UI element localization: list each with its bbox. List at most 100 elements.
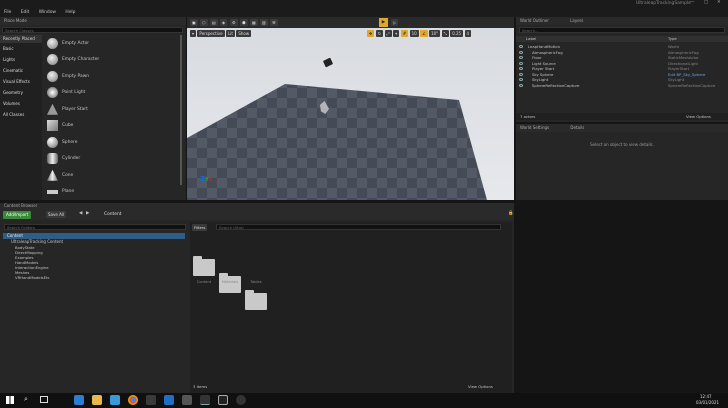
build-button[interactable]: ▥ [260, 19, 268, 26]
settings-button[interactable]: ⚙ [230, 19, 238, 26]
place-item-sphere[interactable]: Sphere [43, 134, 179, 151]
back-arrow-icon[interactable]: ◀ [79, 211, 82, 216]
menu-file[interactable]: File [4, 10, 11, 15]
place-item-plane[interactable]: Plane [43, 184, 179, 201]
category-visual-effects[interactable]: Visual Effects [0, 76, 42, 87]
eye-icon[interactable] [519, 61, 523, 65]
play-button[interactable]: ▶ [379, 18, 388, 27]
launch-button[interactable]: ▷ [391, 19, 399, 26]
menu-help[interactable]: Help [65, 10, 75, 15]
eye-icon[interactable] [519, 67, 523, 70]
save-current-button[interactable]: ▣ [190, 19, 198, 26]
terminal-icon[interactable] [218, 395, 228, 405]
content-browser-tab[interactable]: Content Browser [0, 203, 514, 210]
outliner-row[interactable]: SphereReflectionCapture SphereReflectionC… [516, 83, 728, 89]
filters-button[interactable]: Filters [192, 224, 208, 231]
maximize-button[interactable]: □ [704, 0, 708, 5]
place-item-cube[interactable]: Cube [43, 118, 179, 135]
folder-icon[interactable] [219, 273, 241, 293]
place-search-input[interactable]: Search Classes [2, 27, 183, 33]
place-scrollbar[interactable] [180, 35, 182, 185]
search-icon[interactable]: ⌕ [24, 395, 28, 404]
eye-icon[interactable] [519, 56, 523, 59]
cinematics-button[interactable]: ▦ [250, 19, 258, 26]
category-recently-placed[interactable]: Recently Placed [0, 35, 42, 43]
settings-app-icon[interactable] [182, 395, 192, 405]
add-new-button[interactable]: Add/Import [3, 211, 32, 219]
place-mode-tab[interactable]: Place Mode [0, 17, 186, 25]
scale-snap-button[interactable]: ⤡ [441, 30, 449, 37]
content-button[interactable]: ▤ [210, 19, 218, 26]
task-view-icon[interactable] [40, 396, 48, 403]
eye-icon[interactable] [519, 78, 523, 81]
surface-snap-button[interactable]: ⌖ [393, 30, 400, 37]
blueprints-button[interactable]: ⬢ [240, 19, 248, 26]
rotation-snap-button[interactable]: ∠ [420, 30, 428, 37]
lit-button[interactable]: Lit [226, 30, 235, 37]
tab-world-outliner[interactable]: World Outliner [520, 18, 549, 23]
edge-icon[interactable] [110, 395, 120, 405]
viewport[interactable]: ▾ Perspective Lit Show ✥ ↻ ⤢ ⌖ # 10 ∠ 10… [187, 28, 514, 200]
place-item-empty-character[interactable]: Empty Character [43, 52, 179, 69]
rotation-size[interactable]: 10° [429, 30, 441, 37]
chrome-icon[interactable] [128, 395, 138, 405]
eye-icon[interactable] [519, 50, 523, 54]
outliner-view-options[interactable]: View Options [686, 114, 711, 119]
menu-edit[interactable]: Edit [21, 10, 30, 15]
viewport-options-button[interactable]: ▾ [190, 30, 197, 37]
forward-arrow-icon[interactable]: ▶ [86, 211, 89, 216]
col-label[interactable]: Label [526, 36, 536, 41]
mail-icon[interactable] [164, 395, 174, 405]
clock-time[interactable]: 12:47 [700, 394, 712, 399]
path-breadcrumb[interactable]: Content [104, 212, 121, 217]
tab-world-settings[interactable]: World Settings [520, 125, 549, 130]
eye-icon[interactable] [519, 72, 523, 76]
category-volumes[interactable]: Volumes [0, 98, 42, 109]
eye-icon[interactable] [519, 83, 523, 87]
folder-icon[interactable] [245, 290, 267, 310]
place-item-cylinder[interactable]: Cylinder [43, 151, 179, 168]
perspective-button[interactable]: Perspective [197, 30, 225, 37]
obs-icon[interactable] [236, 395, 246, 405]
compile-button[interactable]: ⚒ [270, 19, 278, 26]
outliner-search-input[interactable]: Search... [519, 27, 725, 33]
tree-item[interactable]: VRHandModelsEtc [3, 275, 185, 280]
tab-layers[interactable]: Layers [570, 18, 583, 23]
category-basic[interactable]: Basic [0, 43, 42, 54]
minimize-button[interactable]: — [690, 0, 694, 5]
eye-icon[interactable] [519, 45, 523, 48]
source-control-button[interactable]: ⬡ [200, 19, 208, 26]
asset-view-options[interactable]: View Options [468, 384, 493, 389]
clock-date[interactable]: 03/01/2021 [696, 400, 719, 405]
show-button[interactable]: Show [236, 30, 252, 37]
folder-icon[interactable] [193, 256, 215, 276]
marketplace-button[interactable]: ◈ [220, 19, 228, 26]
tab-details[interactable]: Details [570, 125, 584, 130]
unreal-icon[interactable] [200, 395, 210, 405]
save-all-button[interactable]: Save All [46, 211, 67, 218]
folder-search-input[interactable]: Search Folders [4, 224, 186, 230]
category-cinematic[interactable]: Cinematic [0, 65, 42, 76]
place-item-player-start[interactable]: Player Start [43, 101, 179, 118]
menu-window[interactable]: Window [39, 10, 56, 15]
scale-size[interactable]: 0.25 [450, 30, 464, 37]
category-geometry[interactable]: Geometry [0, 87, 42, 98]
app-icon[interactable] [146, 395, 156, 405]
explorer-icon[interactable] [74, 395, 84, 405]
grid-snap-button[interactable]: # [400, 30, 409, 37]
rotate-tool[interactable]: ↻ [375, 30, 384, 37]
folder-app-icon[interactable] [92, 395, 102, 405]
place-item-point-light[interactable]: Point Light [43, 85, 179, 102]
category-all-classes[interactable]: All Classes [0, 109, 42, 120]
windows-start-icon[interactable] [6, 396, 14, 404]
translate-tool[interactable]: ✥ [367, 30, 375, 37]
close-button[interactable]: ✕ [717, 0, 721, 5]
category-lights[interactable]: Lights [0, 54, 42, 65]
place-item-empty-pawn[interactable]: Empty Pawn [43, 68, 179, 85]
grid-size[interactable]: 10 [409, 30, 419, 37]
place-item-cone[interactable]: Cone [43, 167, 179, 184]
scale-tool[interactable]: ⤢ [384, 30, 392, 37]
col-type[interactable]: Type [668, 36, 677, 41]
camera-speed[interactable]: 4 [464, 30, 472, 37]
content-lock-icon[interactable]: 🔒 [508, 211, 513, 216]
